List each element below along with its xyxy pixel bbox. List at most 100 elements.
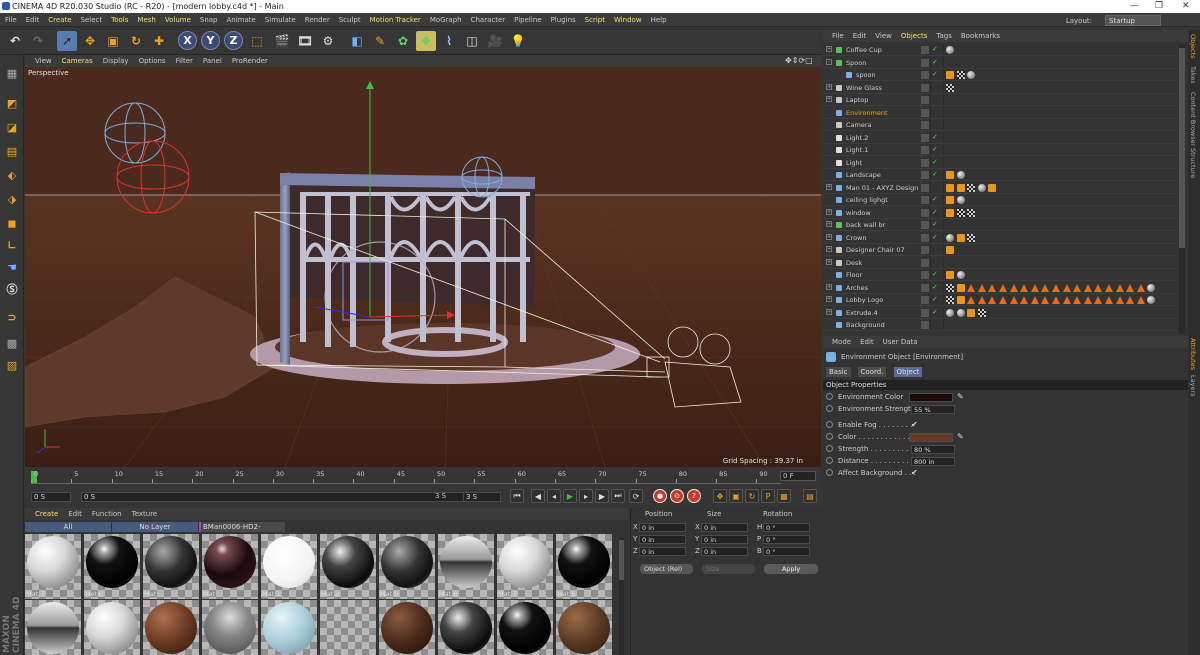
- object-tag-icon[interactable]: [1083, 283, 1092, 292]
- object-row[interactable]: ceiling lighgt ✓: [823, 194, 1178, 206]
- layout-dropdown[interactable]: Startup: [1105, 15, 1161, 26]
- undo-icon[interactable]: ↶: [5, 31, 25, 51]
- material-swatch[interactable]: Mat.8: [438, 534, 494, 599]
- object-tag-icon[interactable]: [988, 183, 997, 192]
- viewport-nav-icon[interactable]: ✥⇕⟳▢: [785, 56, 813, 65]
- object-tag-icon[interactable]: [956, 71, 965, 79]
- live-selection-icon[interactable]: ➚: [57, 31, 77, 51]
- keyframe-dot-icon[interactable]: [826, 433, 833, 440]
- prev-frame-icon[interactable]: ◂: [547, 489, 561, 503]
- enabled-check-icon[interactable]: ✓: [932, 133, 938, 141]
- side-tab[interactable]: Takes: [1189, 66, 1197, 84]
- recent-tools-icon[interactable]: ✚: [149, 31, 169, 51]
- expand-toggle-icon[interactable]: +: [826, 221, 832, 227]
- material-swatch[interactable]: Mat.7: [497, 534, 553, 599]
- keyframe-selection-icon[interactable]: ?: [687, 489, 701, 503]
- layer-color-box[interactable]: [921, 183, 929, 192]
- object-tag-icon[interactable]: [956, 283, 965, 292]
- attributes-menu-item[interactable]: Mode: [832, 338, 851, 346]
- object-row[interactable]: Landscape ✓: [823, 169, 1178, 181]
- menu-item[interactable]: Plugins: [551, 16, 576, 24]
- key-pla-icon[interactable]: ▦: [777, 489, 791, 503]
- coord-mode-dropdown[interactable]: Object (Rel): [640, 564, 693, 574]
- end-time-field[interactable]: 3 S: [463, 492, 501, 502]
- enabled-check-icon[interactable]: ✓: [932, 45, 938, 53]
- object-tag-icon[interactable]: [1105, 283, 1113, 292]
- object-menu-item[interactable]: View: [875, 32, 892, 40]
- object-tag-icon[interactable]: [956, 296, 965, 304]
- object-tag-icon[interactable]: [1009, 296, 1018, 304]
- menu-item[interactable]: Create: [48, 16, 71, 24]
- visibility-toggle[interactable]: [930, 119, 944, 130]
- key-rotation-icon[interactable]: ↻: [745, 489, 759, 503]
- object-tag-icon[interactable]: [977, 308, 986, 317]
- layer-color-box[interactable]: [921, 221, 929, 229]
- visibility-toggle[interactable]: [930, 319, 944, 330]
- object-tag-icon[interactable]: [1126, 296, 1135, 304]
- menu-item[interactable]: Edit: [26, 16, 40, 24]
- color-swatch[interactable]: [909, 393, 953, 402]
- object-tag-icon[interactable]: [977, 283, 986, 292]
- object-tag-icon[interactable]: [967, 208, 976, 217]
- layer-color-box[interactable]: [921, 121, 929, 129]
- layer-color-box[interactable]: [921, 71, 929, 79]
- material-menu-item[interactable]: Texture: [132, 510, 158, 518]
- material-menu-item[interactable]: Function: [92, 510, 122, 518]
- object-row[interactable]: + Arches ✓: [823, 281, 1178, 294]
- material-swatch[interactable]: [25, 600, 81, 655]
- model-mode-icon[interactable]: ◩: [2, 93, 22, 113]
- object-tag-icon[interactable]: [977, 183, 986, 192]
- object-tag-icon[interactable]: [967, 233, 976, 242]
- object-tag-icon[interactable]: [1041, 296, 1050, 304]
- object-tag-icon[interactable]: [956, 196, 965, 204]
- key-scale-icon[interactable]: ▣: [729, 489, 743, 503]
- layer-color-box[interactable]: [921, 258, 929, 267]
- planar-workplane-icon[interactable]: ▨: [2, 355, 22, 375]
- goto-start-icon[interactable]: ⏮: [510, 489, 524, 503]
- side-tab[interactable]: Layers: [1189, 375, 1197, 397]
- key-position-icon[interactable]: ✥: [713, 489, 727, 503]
- object-tag-icon[interactable]: [946, 183, 954, 192]
- move-icon[interactable]: ✥: [80, 31, 100, 51]
- attributes-tab[interactable]: Object: [893, 367, 923, 377]
- material-swatch[interactable]: [438, 600, 494, 655]
- material-swatch[interactable]: [379, 600, 435, 655]
- object-row[interactable]: + window ✓: [823, 206, 1178, 219]
- tab-all[interactable]: All: [25, 522, 111, 532]
- material-swatch[interactable]: Mat.9: [379, 534, 435, 599]
- layer-color-box[interactable]: [921, 233, 929, 242]
- object-tag-icon[interactable]: [1020, 296, 1029, 304]
- object-tag-icon[interactable]: [946, 171, 954, 179]
- object-tag-icon[interactable]: [967, 183, 976, 192]
- object-tag-icon[interactable]: [967, 283, 976, 292]
- rotation-field[interactable]: 0 °: [763, 547, 810, 556]
- object-tag-icon[interactable]: [967, 296, 976, 304]
- object-tag-icon[interactable]: [1147, 296, 1156, 304]
- object-row[interactable]: + Laptop: [823, 94, 1178, 106]
- object-row[interactable]: spoon ✓: [823, 69, 1178, 81]
- object-tag-icon[interactable]: [946, 71, 954, 79]
- object-tag-icon[interactable]: [967, 71, 976, 79]
- material-menu-item[interactable]: Create: [35, 510, 58, 518]
- viewport-menu-item[interactable]: Options: [139, 57, 166, 65]
- layer-color-box[interactable]: [921, 283, 929, 292]
- enable-axis-icon[interactable]: ∟: [2, 235, 22, 255]
- edges-mode-icon[interactable]: ⬗: [2, 189, 22, 209]
- object-tag-icon[interactable]: [946, 208, 954, 217]
- size-field[interactable]: 0 in: [701, 547, 748, 556]
- make-editable-icon[interactable]: ▦: [2, 63, 22, 83]
- side-tab[interactable]: Objects: [1189, 34, 1197, 59]
- enabled-check-icon[interactable]: ✓: [932, 233, 938, 241]
- menu-item[interactable]: Help: [651, 16, 667, 24]
- object-row[interactable]: Light ✓: [823, 156, 1178, 169]
- color-picker-icon[interactable]: ✎: [957, 392, 964, 401]
- material-swatch[interactable]: [84, 600, 140, 655]
- rotation-field[interactable]: 0 °: [763, 523, 810, 532]
- layer-color-box[interactable]: [921, 83, 929, 92]
- coordinate-system-icon[interactable]: ⬚: [247, 31, 267, 51]
- visibility-toggle[interactable]: [930, 81, 944, 93]
- preview-range-field[interactable]: 0 S: [81, 492, 471, 502]
- object-row[interactable]: + Designer Chair 07: [823, 244, 1178, 256]
- color-swatch[interactable]: [909, 433, 953, 442]
- expand-toggle-icon[interactable]: +: [826, 183, 832, 190]
